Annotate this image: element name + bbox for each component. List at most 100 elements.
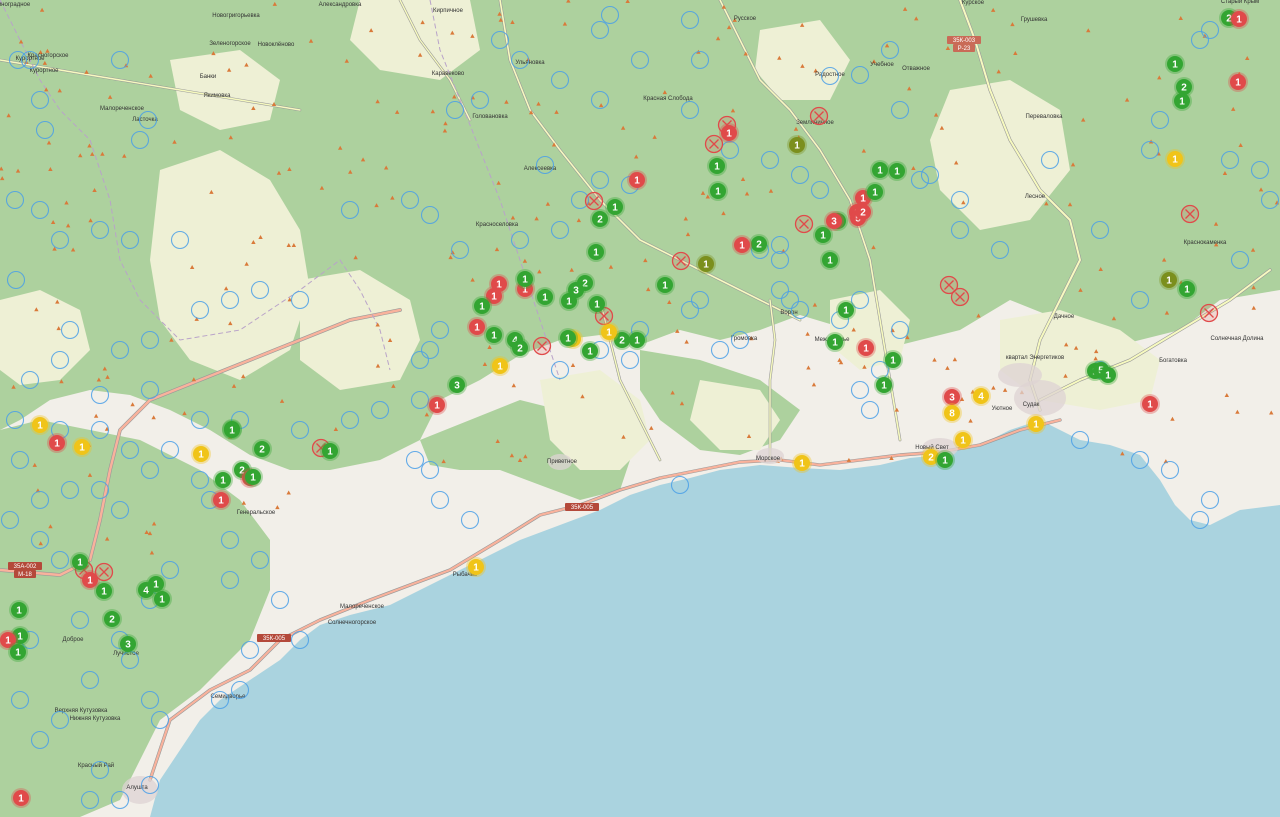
status-marker-green[interactable]: 1 <box>1172 91 1192 111</box>
empty-location-marker[interactable] <box>1260 190 1280 210</box>
empty-location-marker[interactable] <box>1130 290 1150 310</box>
status-marker-green[interactable]: 1 <box>1098 365 1118 385</box>
status-marker-red[interactable]: 1 <box>11 788 31 808</box>
empty-location-marker[interactable] <box>1090 220 1110 240</box>
empty-location-marker[interactable] <box>90 220 110 240</box>
empty-location-marker[interactable] <box>110 50 130 70</box>
empty-location-marker[interactable] <box>910 170 930 190</box>
status-marker-green[interactable]: 1 <box>222 420 242 440</box>
empty-location-marker[interactable] <box>810 180 830 200</box>
empty-location-marker[interactable] <box>420 460 440 480</box>
empty-location-marker[interactable] <box>880 40 900 60</box>
empty-location-marker[interactable] <box>430 490 450 510</box>
status-marker-green[interactable]: 2 <box>102 609 122 629</box>
empty-location-marker[interactable] <box>35 120 55 140</box>
empty-location-marker[interactable] <box>720 140 740 160</box>
empty-location-marker[interactable] <box>50 710 70 730</box>
status-marker-red[interactable]: 1 <box>856 338 876 358</box>
status-marker-red[interactable]: 1 <box>1140 394 1160 414</box>
empty-location-marker[interactable] <box>770 280 790 300</box>
empty-location-marker[interactable] <box>410 390 430 410</box>
empty-location-marker[interactable] <box>10 690 30 710</box>
status-marker-red[interactable]: 1 <box>732 235 752 255</box>
status-marker-green[interactable]: 3 <box>566 280 586 300</box>
status-marker-yellow[interactable]: 1 <box>466 557 486 577</box>
empty-location-marker[interactable] <box>340 200 360 220</box>
empty-location-marker[interactable] <box>20 50 40 70</box>
empty-location-marker[interactable] <box>90 760 110 780</box>
status-marker-red[interactable]: 1 <box>80 570 100 590</box>
empty-location-marker[interactable] <box>780 290 800 310</box>
status-marker-green[interactable]: 2 <box>510 338 530 358</box>
empty-location-marker[interactable] <box>10 450 30 470</box>
empty-location-marker[interactable] <box>920 165 940 185</box>
empty-location-marker[interactable] <box>30 530 50 550</box>
empty-location-marker[interactable] <box>710 340 730 360</box>
status-marker-red[interactable]: 2 <box>853 202 873 222</box>
closed-location-marker[interactable] <box>704 134 724 154</box>
status-marker-yellow[interactable]: 1 <box>1165 149 1185 169</box>
empty-location-marker[interactable] <box>790 300 810 320</box>
status-marker-green[interactable]: 1 <box>820 250 840 270</box>
status-marker-red[interactable]: 1 <box>211 490 231 510</box>
empty-location-marker[interactable] <box>550 360 570 380</box>
empty-location-marker[interactable] <box>140 330 160 350</box>
status-marker-green[interactable]: 1 <box>320 441 340 461</box>
status-marker-green[interactable]: 1 <box>627 330 647 350</box>
status-marker-olive[interactable]: 1 <box>1159 270 1179 290</box>
status-marker-green[interactable]: 1 <box>870 160 890 180</box>
status-marker-green[interactable]: 1 <box>707 156 727 176</box>
status-marker-yellow[interactable]: 1 <box>72 437 92 457</box>
status-marker-red[interactable]: 1 <box>47 433 67 453</box>
status-marker-green[interactable]: 1 <box>213 470 233 490</box>
empty-location-marker[interactable] <box>1190 510 1210 530</box>
empty-location-marker[interactable] <box>890 100 910 120</box>
empty-location-marker[interactable] <box>535 155 555 175</box>
status-marker-red[interactable]: 1 <box>1228 72 1248 92</box>
empty-location-marker[interactable] <box>210 690 230 710</box>
status-marker-green[interactable]: 1 <box>535 287 555 307</box>
empty-location-marker[interactable] <box>370 400 390 420</box>
empty-location-marker[interactable] <box>760 150 780 170</box>
status-marker-yellow[interactable]: 1 <box>490 356 510 376</box>
empty-location-marker[interactable] <box>90 385 110 405</box>
status-marker-green[interactable]: 1 <box>515 269 535 289</box>
status-marker-green[interactable]: 1 <box>243 467 263 487</box>
status-marker-yellow[interactable]: 8 <box>942 403 962 423</box>
status-marker-yellow[interactable]: 1 <box>953 430 973 450</box>
empty-location-marker[interactable] <box>400 190 420 210</box>
status-marker-red[interactable]: 1 <box>1229 9 1249 29</box>
status-marker-red[interactable]: 1 <box>627 170 647 190</box>
empty-location-marker[interactable] <box>510 50 530 70</box>
empty-location-marker[interactable] <box>50 550 70 570</box>
closed-location-marker[interactable] <box>584 191 604 211</box>
empty-location-marker[interactable] <box>670 475 690 495</box>
status-marker-green[interactable]: 1 <box>605 197 625 217</box>
status-marker-green[interactable]: 1 <box>472 296 492 316</box>
map-view[interactable]: Новогригорьевка Александровка Кирпичное Кур… <box>0 0 1280 817</box>
empty-location-marker[interactable] <box>340 410 360 430</box>
empty-location-marker[interactable] <box>490 30 510 50</box>
status-marker-green[interactable]: 3 <box>118 634 138 654</box>
empty-location-marker[interactable] <box>680 100 700 120</box>
status-marker-green[interactable]: 1 <box>708 181 728 201</box>
empty-location-marker[interactable] <box>770 250 790 270</box>
empty-location-marker[interactable] <box>80 790 100 810</box>
empty-location-marker[interactable] <box>770 235 790 255</box>
empty-location-marker[interactable] <box>1070 430 1090 450</box>
status-marker-green[interactable]: 1 <box>1177 279 1197 299</box>
status-marker-green[interactable]: 1 <box>1165 54 1185 74</box>
status-marker-green[interactable]: 1 <box>655 275 675 295</box>
status-marker-olive[interactable]: 1 <box>696 254 716 274</box>
empty-location-marker[interactable] <box>140 460 160 480</box>
status-marker-green[interactable]: 1 <box>883 350 903 370</box>
status-marker-green[interactable]: 1 <box>935 450 955 470</box>
empty-location-marker[interactable] <box>270 590 290 610</box>
empty-location-marker[interactable] <box>1250 160 1270 180</box>
empty-location-marker[interactable] <box>860 400 880 420</box>
empty-location-marker[interactable] <box>950 190 970 210</box>
status-marker-yellow[interactable]: 1 <box>599 322 619 342</box>
empty-location-marker[interactable] <box>90 480 110 500</box>
empty-location-marker[interactable] <box>60 480 80 500</box>
empty-location-marker[interactable] <box>220 570 240 590</box>
